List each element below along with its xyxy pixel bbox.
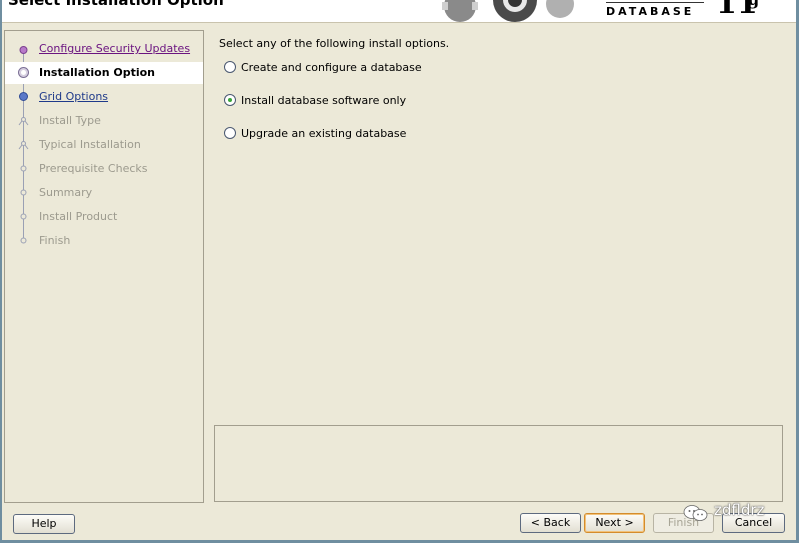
radio-button-checked[interactable] bbox=[224, 94, 236, 106]
radio-button[interactable] bbox=[224, 127, 236, 139]
step-pending-icon bbox=[20, 237, 27, 244]
watermark-text: zdfldrz bbox=[714, 501, 765, 519]
step-pending-icon bbox=[20, 165, 27, 172]
option-label: Upgrade an existing database bbox=[241, 127, 407, 140]
nav-step-label: Prerequisite Checks bbox=[39, 162, 148, 175]
nav-step-label: Install Type bbox=[39, 114, 101, 127]
nav-step-installation-option[interactable]: Installation Option bbox=[5, 62, 203, 84]
radio-button[interactable] bbox=[224, 61, 236, 73]
step-pending-icon bbox=[18, 117, 29, 126]
back-button[interactable]: < Back bbox=[520, 513, 581, 533]
nav-step-grid-options[interactable]: Grid Options bbox=[5, 86, 203, 108]
step-current-icon bbox=[18, 67, 29, 78]
nav-step-configure-security-updates[interactable]: Configure Security Updates bbox=[5, 38, 203, 60]
nav-step-label: Installation Option bbox=[39, 66, 156, 79]
nav-step-label: Grid Options bbox=[39, 90, 109, 103]
message-area bbox=[214, 425, 783, 502]
options-prompt: Select any of the following install opti… bbox=[219, 37, 450, 50]
nav-step-finish: Finish bbox=[5, 230, 203, 252]
step-navigation: Configure Security Updates Installation … bbox=[4, 30, 204, 503]
brand-rule bbox=[606, 2, 704, 3]
help-button[interactable]: Help bbox=[13, 514, 75, 534]
step-pending-icon bbox=[18, 141, 29, 150]
step-pending-icon bbox=[20, 189, 27, 196]
nav-step-summary: Summary bbox=[5, 182, 203, 204]
step-next-icon bbox=[19, 92, 28, 101]
nav-step-label: Summary bbox=[39, 186, 93, 199]
install-options-panel: Select any of the following install opti… bbox=[212, 30, 794, 420]
nav-step-label: Install Product bbox=[39, 210, 118, 223]
option-label: Install database software only bbox=[241, 94, 407, 107]
nav-step-label: Typical Installation bbox=[39, 138, 141, 151]
page-title: Select Installation Option bbox=[8, 0, 224, 9]
nav-step-label: Configure Security Updates bbox=[39, 42, 191, 55]
nav-step-prerequisite-checks: Prerequisite Checks bbox=[5, 158, 203, 180]
step-pending-icon bbox=[20, 213, 27, 220]
header-banner: Select Installation Option DATABASE 11 g bbox=[2, 0, 796, 23]
chat-bubbles-icon bbox=[683, 505, 708, 521]
brand-database: DATABASE bbox=[606, 5, 695, 18]
gears-graphic-icon bbox=[442, 0, 574, 22]
nav-step-label: Finish bbox=[39, 234, 71, 247]
brand-version-suffix: g bbox=[748, 0, 759, 9]
option-label: Create and configure a database bbox=[241, 61, 422, 74]
nav-step-install-product: Install Product bbox=[5, 206, 203, 228]
next-button[interactable]: Next > bbox=[584, 513, 645, 533]
nav-step-typical-installation: Typical Installation bbox=[5, 134, 203, 156]
step-done-icon bbox=[19, 46, 28, 54]
installer-window: Select Installation Option DATABASE 11 g bbox=[2, 0, 796, 540]
nav-step-install-type: Install Type bbox=[5, 110, 203, 132]
